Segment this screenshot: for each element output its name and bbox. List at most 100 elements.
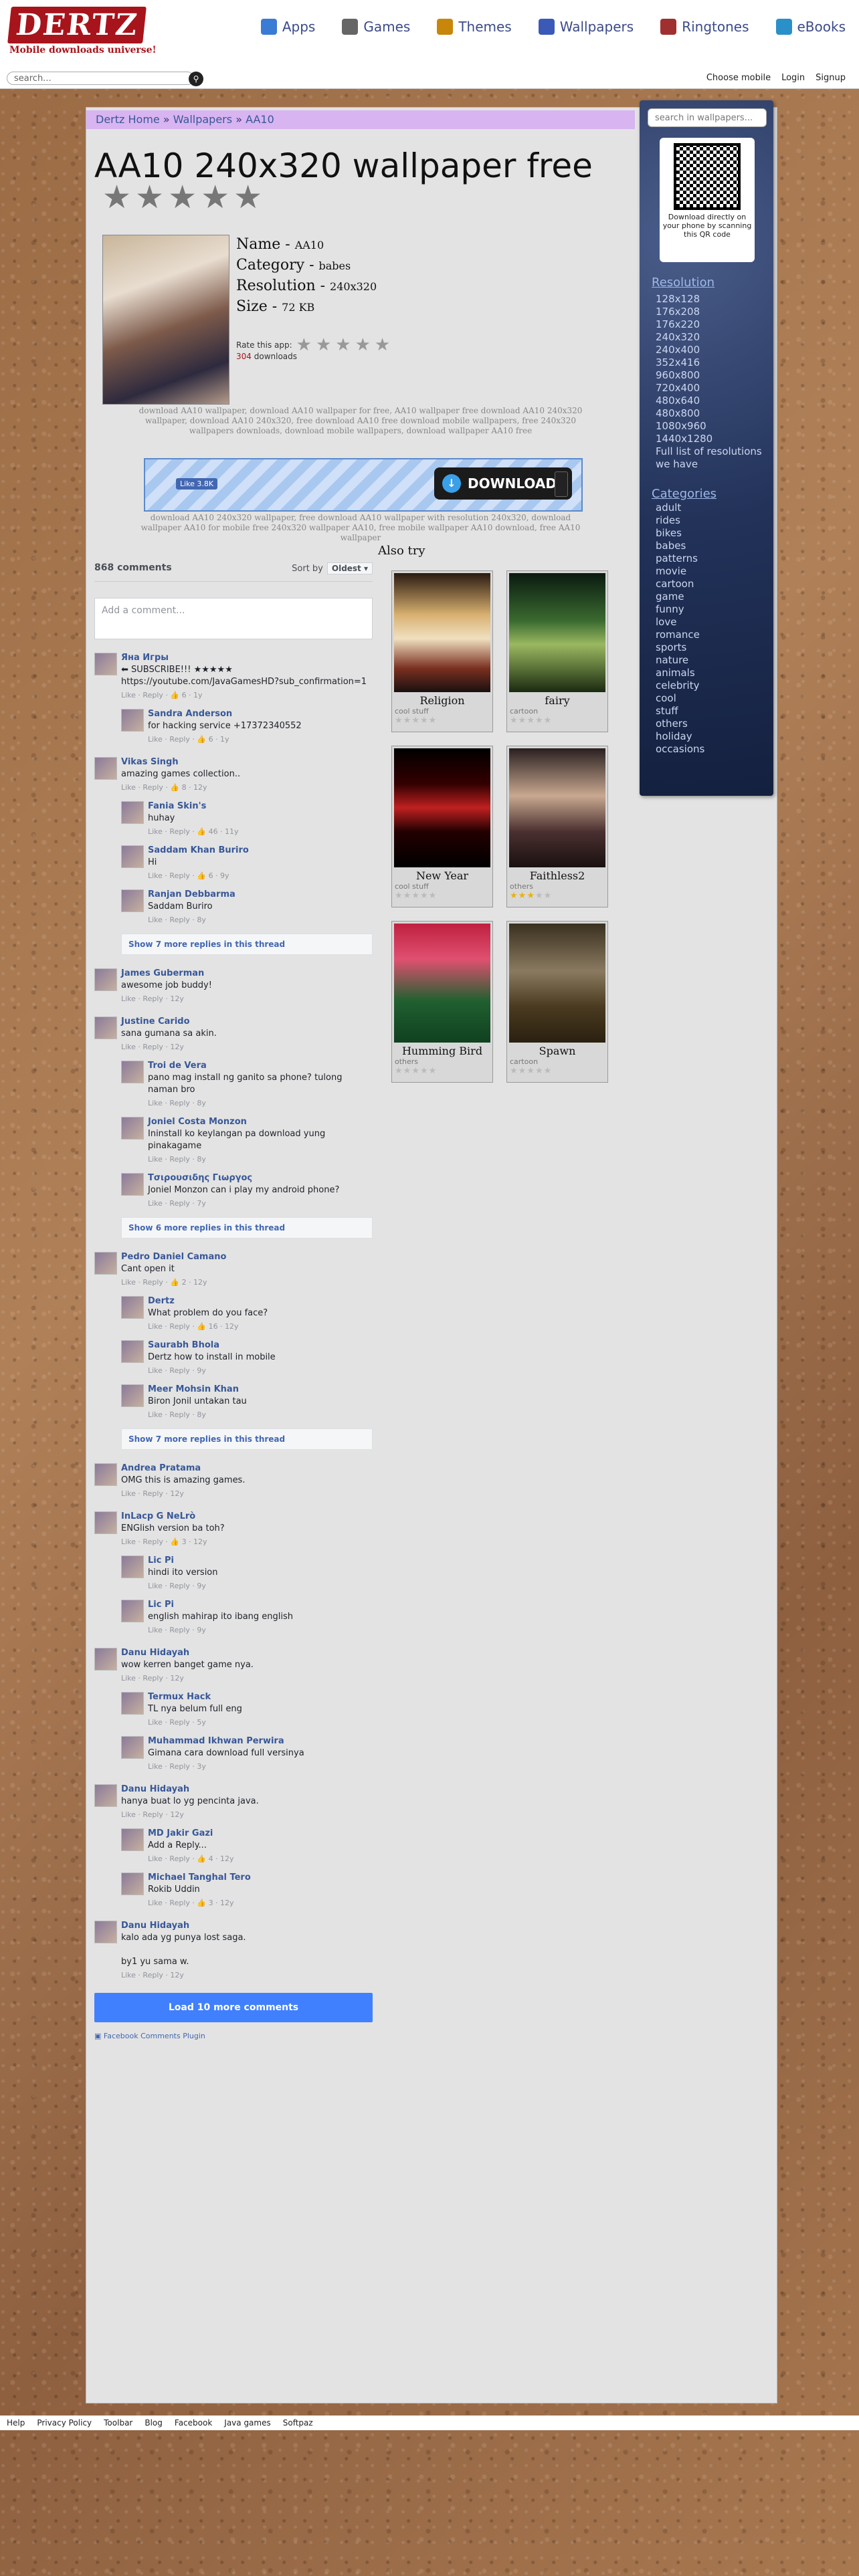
category-link[interactable]: patterns: [656, 552, 704, 565]
resolution-link[interactable]: 240x400: [656, 344, 773, 356]
avatar[interactable]: [94, 968, 117, 991]
footer-link[interactable]: Toolbar: [104, 2416, 132, 2430]
comment-actions[interactable]: Like · Reply · 8y: [148, 1099, 373, 1107]
comment-actions[interactable]: Like · Reply · 👍 8 · 12y: [121, 783, 373, 792]
comment-author[interactable]: Danu Hidayah: [121, 1784, 373, 1794]
also-try-card[interactable]: Humming Bird others ★★★★★: [391, 921, 493, 1083]
avatar[interactable]: [94, 1511, 117, 1534]
avatar[interactable]: [94, 1784, 117, 1807]
category-link[interactable]: occasions: [656, 743, 704, 756]
comment-actions[interactable]: Like · Reply · 12y: [121, 1489, 373, 1498]
also-try-card[interactable]: New Year cool stuff ★★★★★: [391, 746, 493, 907]
rate-star-icon[interactable]: ★: [355, 335, 371, 355]
resolution-link[interactable]: 128x128: [656, 293, 773, 306]
comment-actions[interactable]: Like · Reply · 8y: [148, 1410, 373, 1419]
avatar[interactable]: [121, 1555, 144, 1578]
footer-link[interactable]: Softpaz: [283, 2416, 313, 2430]
comment-author[interactable]: Fania Skin's: [148, 801, 373, 811]
category-link[interactable]: others: [656, 718, 704, 730]
footer-link[interactable]: Help: [7, 2416, 25, 2430]
avatar[interactable]: [94, 1016, 117, 1039]
category-link[interactable]: animals: [656, 667, 704, 679]
sidebar-search-input[interactable]: search in wallpapers...: [648, 108, 767, 127]
category-link[interactable]: bikes: [656, 527, 704, 540]
also-try-card[interactable]: Religion cool stuff ★★★★★: [391, 570, 493, 732]
load-more-comments-button[interactable]: Load 10 more comments: [94, 1993, 373, 2022]
comment-author[interactable]: Saddam Khan Buriro: [148, 845, 373, 855]
comment-author[interactable]: Termux Hack: [148, 1692, 373, 1702]
facebook-comments-plugin-link[interactable]: ▣ Facebook Comments Plugin: [94, 2032, 373, 2040]
top-link-choose-mobile[interactable]: Choose mobile: [706, 73, 771, 83]
top-link-signup[interactable]: Signup: [816, 73, 846, 83]
footer-link[interactable]: Java games: [224, 2416, 270, 2430]
comment-actions[interactable]: Like · Reply · 12y: [121, 994, 373, 1003]
card-thumbnail[interactable]: [394, 924, 490, 1043]
comment-author[interactable]: MD Jakir Gazi: [148, 1828, 373, 1838]
avatar[interactable]: [94, 1252, 117, 1275]
comment-author[interactable]: Pedro Daniel Camano: [121, 1252, 373, 1262]
comment-author[interactable]: InLacp G NeLrò: [121, 1511, 373, 1521]
resolution-link[interactable]: 480x640: [656, 395, 773, 407]
resolution-heading[interactable]: Resolution: [652, 276, 714, 290]
avatar[interactable]: [121, 889, 144, 912]
also-try-card[interactable]: Faithless2 others ★★★★★: [506, 746, 608, 907]
category-link[interactable]: love: [656, 616, 704, 629]
category-link[interactable]: celebrity: [656, 679, 704, 692]
avatar[interactable]: [121, 1692, 144, 1715]
comment-actions[interactable]: Like · Reply · 👍 3 · 12y: [121, 1537, 373, 1546]
add-comment-input[interactable]: Add a comment...: [94, 598, 373, 639]
comment-actions[interactable]: Like · Reply · 9y: [148, 1626, 373, 1634]
rate-star-icon[interactable]: ★: [316, 335, 331, 355]
comment-actions[interactable]: Like · Reply · 12y: [121, 1043, 373, 1051]
resolution-link[interactable]: 176x208: [656, 306, 773, 318]
comment-actions[interactable]: Like · Reply · 👍 16 · 12y: [148, 1322, 373, 1331]
nav-ringtones[interactable]: Ringtones: [660, 19, 749, 35]
avatar[interactable]: [121, 1173, 144, 1196]
comment-actions[interactable]: Like · Reply · 8y: [148, 1155, 373, 1164]
avatar[interactable]: [121, 1736, 144, 1759]
also-try-card[interactable]: fairy cartoon ★★★★★: [506, 570, 608, 732]
card-title[interactable]: New Year: [392, 869, 492, 882]
comment-author[interactable]: Troi de Vera: [148, 1061, 373, 1071]
card-title[interactable]: fairy: [507, 694, 607, 707]
comment-author[interactable]: Lic Pi: [148, 1555, 373, 1566]
comment-actions[interactable]: Like · Reply · 👍 4 · 12y: [148, 1854, 373, 1863]
comment-actions[interactable]: Like · Reply · 9y: [148, 1366, 373, 1375]
category-link[interactable]: holiday: [656, 730, 704, 743]
breadcrumb-wallpapers[interactable]: Wallpapers: [173, 113, 232, 126]
show-more-replies-button[interactable]: Show 7 more replies in this thread: [121, 1428, 373, 1450]
comment-author[interactable]: Danu Hidayah: [121, 1648, 373, 1658]
avatar[interactable]: [94, 653, 117, 675]
avatar[interactable]: [121, 801, 144, 824]
comment-actions[interactable]: Like · Reply · 3y: [148, 1762, 373, 1771]
comment-author[interactable]: Justine Carido: [121, 1016, 373, 1027]
comment-actions[interactable]: Like · Reply · 5y: [148, 1718, 373, 1727]
breadcrumb-home[interactable]: Dertz Home: [96, 113, 160, 126]
nav-games[interactable]: Games: [342, 19, 410, 35]
category-link[interactable]: cartoon: [656, 578, 704, 591]
category-link[interactable]: nature: [656, 654, 704, 667]
comment-author[interactable]: Andrea Pratama: [121, 1463, 373, 1473]
comment-author[interactable]: Τσιρουσιδης Γιωργος: [148, 1173, 373, 1183]
category-link[interactable]: romance: [656, 629, 704, 641]
resolution-link[interactable]: 480x800: [656, 407, 773, 420]
top-link-login[interactable]: Login: [781, 73, 805, 83]
comment-author[interactable]: Joniel Costa Monzon: [148, 1117, 373, 1127]
comment-author[interactable]: Dertz: [148, 1296, 373, 1306]
comment-actions[interactable]: Like · Reply · 8y: [148, 916, 373, 924]
category-link[interactable]: cool: [656, 692, 704, 705]
category-link[interactable]: adult: [656, 502, 704, 514]
category-link[interactable]: babes: [656, 540, 704, 552]
comment-actions[interactable]: Like · Reply · 👍 6 · 1y: [121, 691, 373, 700]
resolution-link[interactable]: 240x320: [656, 331, 773, 344]
card-title[interactable]: Faithless2: [507, 869, 607, 882]
card-title[interactable]: Humming Bird: [392, 1045, 492, 1057]
comment-actions[interactable]: Like · Reply · 9y: [148, 1582, 373, 1590]
comment-actions[interactable]: Like · Reply · 12y: [121, 1810, 373, 1819]
comment-author[interactable]: Danu Hidayah: [121, 1921, 373, 1931]
resolution-link[interactable]: Full list of resolutions we have: [656, 445, 773, 471]
comment-actions[interactable]: Like · Reply · 7y: [148, 1199, 373, 1208]
resolution-link[interactable]: 960x800: [656, 369, 773, 382]
nav-themes[interactable]: Themes: [437, 19, 512, 35]
avatar[interactable]: [94, 1463, 117, 1486]
